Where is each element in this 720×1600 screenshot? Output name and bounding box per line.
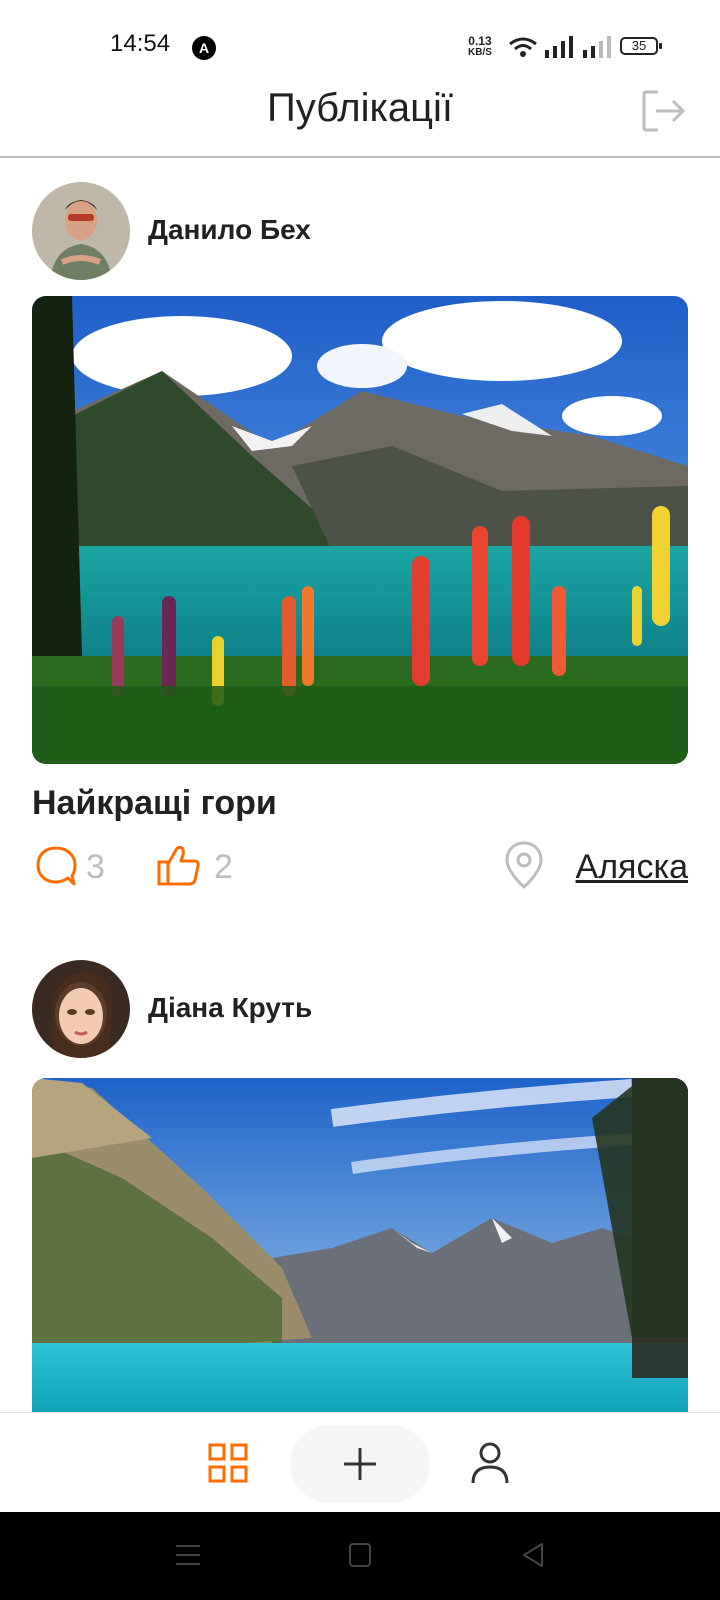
notification-a-icon: A xyxy=(192,36,216,60)
page-title: Публікації xyxy=(266,86,454,130)
net-speed: 0.13 KB/S xyxy=(468,35,492,59)
location-pin-icon xyxy=(505,841,543,890)
plus-icon xyxy=(344,1448,376,1480)
comment-count: 3 xyxy=(86,848,105,886)
user-icon[interactable] xyxy=(470,1441,510,1485)
status-time: 14:54 xyxy=(110,30,171,57)
signal-icon xyxy=(545,36,573,58)
add-post-button[interactable] xyxy=(290,1425,430,1503)
avatar[interactable] xyxy=(32,182,130,280)
like-count: 2 xyxy=(214,848,233,886)
menu-icon[interactable] xyxy=(174,1542,202,1568)
location-link[interactable]: Аляска xyxy=(576,848,688,887)
signal-2-icon xyxy=(583,36,611,58)
grid-icon[interactable] xyxy=(208,1443,248,1483)
home-icon[interactable] xyxy=(348,1542,372,1568)
status-bar: 14:54 A 0.13 KB/S 35 xyxy=(0,0,720,80)
post-image[interactable] xyxy=(32,1078,688,1418)
comment-icon[interactable] xyxy=(34,844,78,888)
system-nav-bar xyxy=(0,1512,720,1600)
battery-icon: 35 xyxy=(620,37,662,55)
post-author: Данило Бех xyxy=(148,214,311,245)
post-title: Найкращі гори xyxy=(32,784,277,822)
header: Публікації xyxy=(0,80,720,158)
post-author: Діана Круть xyxy=(148,992,313,1023)
net-speed-value: 0.13 xyxy=(468,34,492,48)
back-icon[interactable] xyxy=(520,1542,546,1568)
post-image[interactable] xyxy=(32,296,688,764)
logout-icon[interactable] xyxy=(640,88,686,134)
like-icon[interactable] xyxy=(156,842,202,888)
avatar[interactable] xyxy=(32,960,130,1058)
bottom-nav xyxy=(0,1412,720,1513)
wifi-icon xyxy=(509,37,537,57)
net-speed-unit: KB/S xyxy=(468,47,492,58)
